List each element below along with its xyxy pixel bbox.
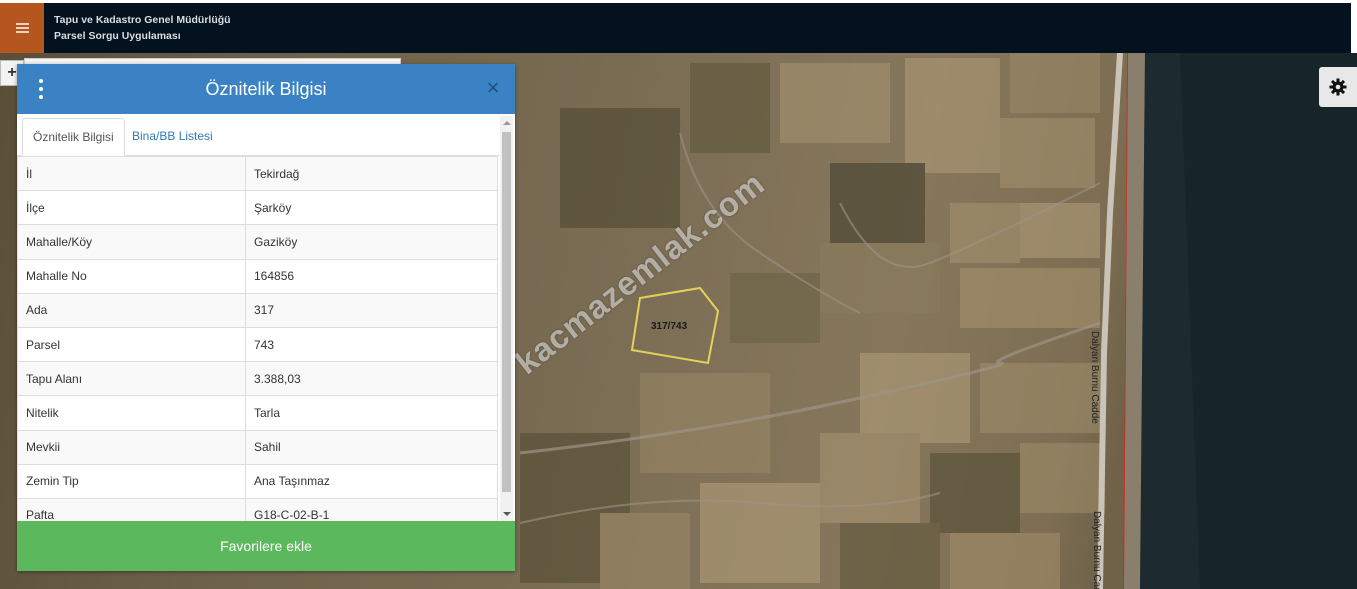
attribute-key: İl bbox=[17, 156, 246, 192]
scroll-thumb[interactable] bbox=[502, 132, 511, 492]
table-row: Pafta G18-C-02-B-1 bbox=[17, 497, 498, 521]
attribute-value: Şarköy bbox=[245, 190, 498, 226]
attribute-panel: Öznitelik Bilgisi × Öznitelik Bilgisi Bi… bbox=[17, 64, 515, 571]
attribute-value: 743 bbox=[245, 326, 498, 363]
attribute-key: Parsel bbox=[17, 326, 246, 363]
table-row: Mahalle/Köy Gaziköy bbox=[17, 224, 498, 260]
attribute-table-container[interactable]: İl Tekirdağ İlçe Şarköy Mahalle/Köy Gaziköy Ma… bbox=[17, 156, 498, 521]
table-row: Ada 317 bbox=[17, 292, 498, 328]
arrow-up-icon bbox=[502, 121, 511, 125]
app-header: Tapu ve Kadastro Genel Müdürlüğü Parsel … bbox=[0, 3, 1357, 53]
kebab-icon bbox=[39, 79, 43, 83]
attribute-value: Gaziköy bbox=[245, 224, 498, 260]
table-row: Mahalle No 164856 bbox=[17, 258, 498, 294]
road-label: Dalyan Burnu Cadde bbox=[1089, 331, 1100, 424]
panel-header: Öznitelik Bilgisi × bbox=[17, 64, 515, 114]
attribute-key: İlçe bbox=[17, 190, 246, 226]
scrollbar[interactable] bbox=[500, 116, 513, 521]
panel-tabs: Öznitelik Bilgisi Bina/BB Listesi bbox=[17, 114, 500, 156]
table-row: Zemin Tip Ana Taşınmaz bbox=[17, 463, 498, 499]
table-row: Tapu Alanı 3.388,03 bbox=[17, 361, 498, 397]
attribute-key: Mahalle No bbox=[17, 258, 246, 294]
table-row: Mevkii Sahil bbox=[17, 429, 498, 465]
table-row: İlçe Şarköy bbox=[17, 190, 498, 226]
table-row: İl Tekirdağ bbox=[17, 156, 498, 192]
scroll-down-button[interactable] bbox=[500, 507, 513, 521]
zoom-label: + bbox=[7, 64, 17, 81]
attribute-value: 3.388,03 bbox=[245, 361, 498, 397]
attribute-value: G18-C-02-B-1 bbox=[245, 497, 498, 521]
attribute-key: Mevkii bbox=[17, 429, 246, 465]
attribute-key: Zemin Tip bbox=[17, 463, 246, 499]
attribute-key: Tapu Alanı bbox=[17, 361, 246, 397]
attribute-value: Ana Taşınmaz bbox=[245, 463, 498, 499]
road-label: Dalyan Burnu Cadde bbox=[1091, 511, 1102, 589]
panel-title: Öznitelik Bilgisi bbox=[205, 79, 327, 99]
attribute-key: Mahalle/Köy bbox=[17, 224, 246, 260]
attribute-value: Sahil bbox=[245, 429, 498, 465]
attribute-table: İl Tekirdağ İlçe Şarköy Mahalle/Köy Gaziköy Ma… bbox=[17, 156, 498, 521]
attribute-value: 317 bbox=[245, 292, 498, 328]
scroll-up-button[interactable] bbox=[500, 116, 513, 130]
attribute-key: Pafta bbox=[17, 497, 246, 521]
tab-building-list[interactable]: Bina/BB Listesi bbox=[122, 118, 223, 156]
attribute-value: Tarla bbox=[245, 395, 498, 431]
close-button[interactable]: × bbox=[485, 77, 501, 99]
header-edge bbox=[1351, 3, 1357, 53]
app-title-line1: Tapu ve Kadastro Genel Müdürlüğü bbox=[54, 14, 231, 26]
gear-icon bbox=[1329, 78, 1347, 96]
hamburger-menu-button[interactable] bbox=[0, 3, 44, 53]
attribute-key: Nitelik bbox=[17, 395, 246, 431]
tab-attributes[interactable]: Öznitelik Bilgisi bbox=[22, 118, 125, 156]
add-to-favorites-button[interactable]: Favorilere ekle bbox=[17, 521, 515, 571]
table-row: Nitelik Tarla bbox=[17, 395, 498, 431]
table-row: Parsel 743 bbox=[17, 326, 498, 363]
attribute-value: 164856 bbox=[245, 258, 498, 294]
attribute-key: Ada bbox=[17, 292, 246, 328]
settings-button[interactable] bbox=[1319, 67, 1357, 107]
arrow-down-icon bbox=[502, 512, 511, 516]
app-title-line2: Parsel Sorgu Uygulaması bbox=[54, 30, 181, 42]
attribute-value: Tekirdağ bbox=[245, 156, 498, 192]
app-title: Tapu ve Kadastro Genel Müdürlüğü Parsel … bbox=[54, 12, 231, 44]
hamburger-icon bbox=[15, 23, 29, 33]
kebab-menu-button[interactable] bbox=[34, 79, 48, 99]
parcel-label: 317/743 bbox=[651, 321, 688, 332]
